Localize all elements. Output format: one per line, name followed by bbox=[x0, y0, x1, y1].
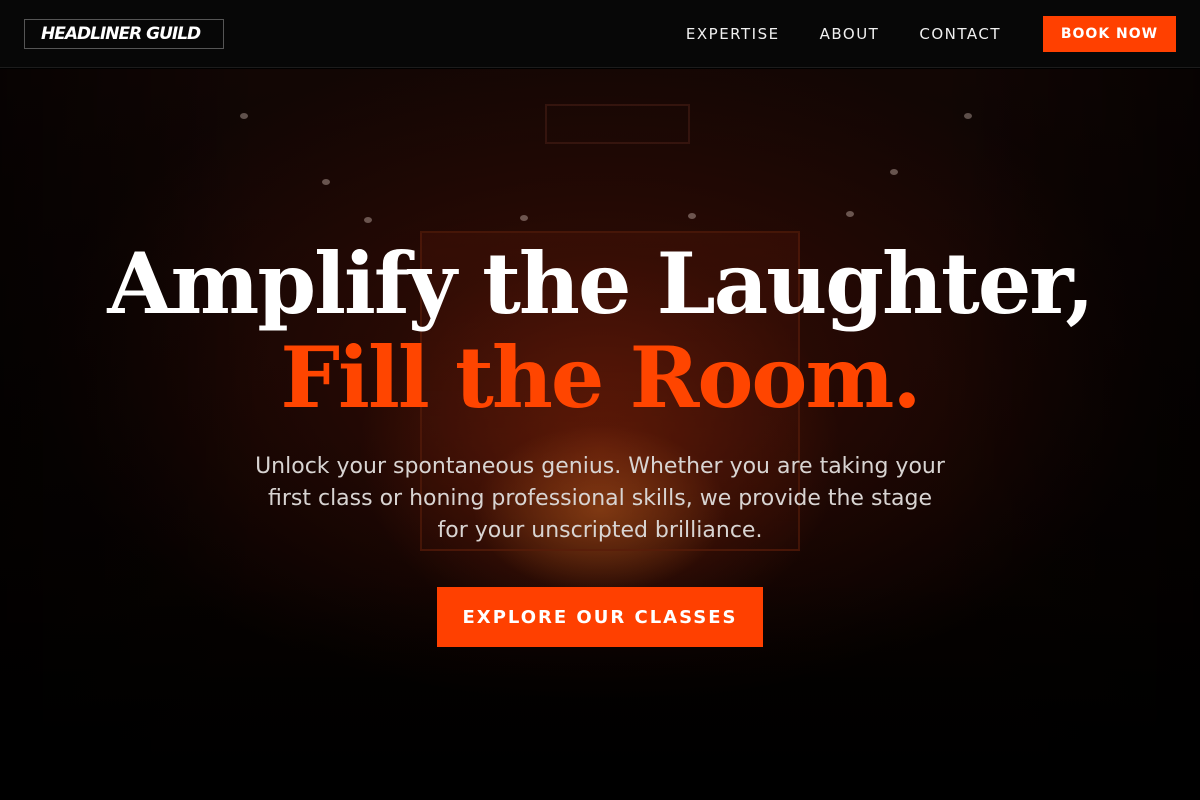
hero-headline: Amplify the Laughter, Fill the Room. bbox=[0, 237, 1200, 425]
nav-link-about[interactable]: ABOUT bbox=[820, 25, 880, 43]
explore-classes-button[interactable]: EXPLORE OUR CLASSES bbox=[437, 587, 763, 647]
nav-link-expertise[interactable]: EXPERTISE bbox=[686, 25, 780, 43]
hero-content: Amplify the Laughter, Fill the Room. Unl… bbox=[0, 69, 1200, 647]
site-header: HEADLINER GUILD EXPERTISE ABOUT CONTACT … bbox=[0, 0, 1200, 68]
hero-subtext: Unlock your spontaneous genius. Whether … bbox=[255, 454, 945, 543]
headline-line-primary: Amplify the Laughter, bbox=[107, 234, 1094, 333]
headline-line-accent: Fill the Room. bbox=[280, 328, 921, 427]
book-now-button[interactable]: BOOK NOW bbox=[1043, 15, 1176, 52]
main-nav: EXPERTISE ABOUT CONTACT BOOK NOW bbox=[686, 15, 1176, 52]
nav-link-contact[interactable]: CONTACT bbox=[919, 25, 1001, 43]
logo[interactable]: HEADLINER GUILD bbox=[24, 18, 224, 49]
